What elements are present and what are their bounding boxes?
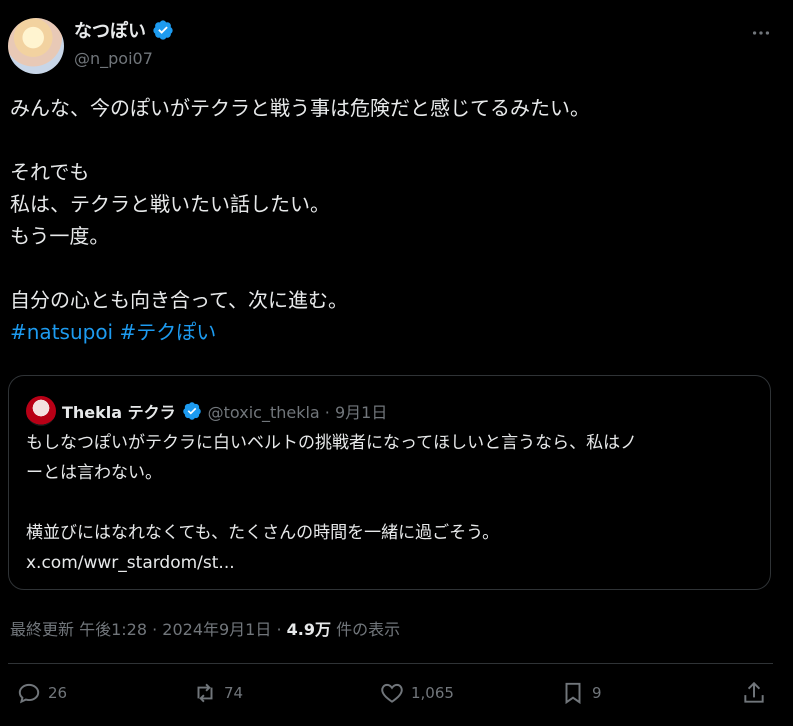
quoted-link[interactable]: x.com/wwr_stardom/st... bbox=[26, 548, 746, 578]
quoted-tweet-header: Thekla テクラ @toxic_thekla · 9月1日 bbox=[26, 396, 387, 426]
quoted-tweet-text: もしなつぽいがテクラに白いベルトの挑戦者になってほしいと言うなら、私はノ ーとは… bbox=[26, 428, 746, 578]
reply-button[interactable]: 26 bbox=[16, 680, 67, 706]
verified-badge-icon bbox=[153, 20, 173, 40]
view-label: 件の表示 bbox=[330, 620, 401, 639]
tweet-line: 私は、テクラと戦いたい話したい。 bbox=[10, 192, 330, 216]
view-count: 4.9万 bbox=[286, 620, 331, 639]
tweet-line: 自分の心とも向き合って、次に進む。 bbox=[10, 288, 348, 312]
quoted-handle-time: @toxic_thekla · 9月1日 bbox=[207, 403, 388, 422]
share-icon bbox=[744, 681, 764, 703]
bookmark-button[interactable]: 9 bbox=[560, 680, 602, 706]
bookmark-icon bbox=[565, 682, 581, 705]
author-name-row[interactable]: なつぽい bbox=[74, 17, 174, 43]
reply-icon bbox=[18, 683, 40, 704]
quoted-avatar bbox=[26, 396, 56, 426]
heart-icon bbox=[381, 683, 403, 703]
author-handle[interactable]: @n_poi07 bbox=[74, 49, 153, 68]
tweet-line: それでも bbox=[10, 160, 90, 184]
repost-button[interactable]: 74 bbox=[192, 680, 243, 706]
more-options-icon[interactable] bbox=[750, 22, 772, 44]
divider bbox=[8, 663, 773, 664]
verified-badge-icon bbox=[182, 402, 201, 420]
like-count: 1,065 bbox=[411, 684, 454, 702]
tweet-text: みんな、今のぽいがテクラと戦う事は危険だと感じてるみたい。 それでも 私は、テク… bbox=[10, 92, 780, 348]
quoted-display-name: Thekla テクラ bbox=[62, 403, 176, 422]
tweet-meta: 最終更新 午後1:28 · 2024年9月1日 · 4.9万 件の表示 bbox=[10, 616, 400, 640]
action-bar: 26 74 1,065 9 bbox=[0, 680, 793, 716]
bookmark-count: 9 bbox=[592, 684, 602, 702]
avatar[interactable] bbox=[8, 18, 64, 74]
tweet-line: もう一度。 bbox=[10, 224, 110, 248]
timestamp[interactable]: 最終更新 午後1:28 · 2024年9月1日 · bbox=[10, 620, 287, 639]
author-display-name[interactable]: なつぽい bbox=[74, 17, 146, 43]
tweet-line: みんな、今のぽいがテクラと戦う事は危険だと感じてるみたい。 bbox=[10, 96, 590, 120]
hashtag-links[interactable]: #natsupoi #テクぽい bbox=[10, 316, 780, 348]
repost-icon bbox=[197, 683, 213, 703]
quoted-tweet-card[interactable]: Thekla テクラ @toxic_thekla · 9月1日 もしなつぽいがテ… bbox=[8, 375, 771, 590]
quoted-line: ーとは言わない。 bbox=[26, 463, 162, 483]
quoted-line: もしなつぽいがテクラに白いベルトの挑戦者になってほしいと言うなら、私はノ bbox=[26, 433, 638, 453]
quoted-line: 横並びにはなれなくても、たくさんの時間を一緒に過ごそう。 bbox=[26, 523, 500, 543]
share-button[interactable] bbox=[741, 680, 767, 706]
repost-count: 74 bbox=[224, 684, 244, 702]
like-button[interactable]: 1,065 bbox=[379, 680, 454, 706]
reply-count: 26 bbox=[48, 684, 68, 702]
